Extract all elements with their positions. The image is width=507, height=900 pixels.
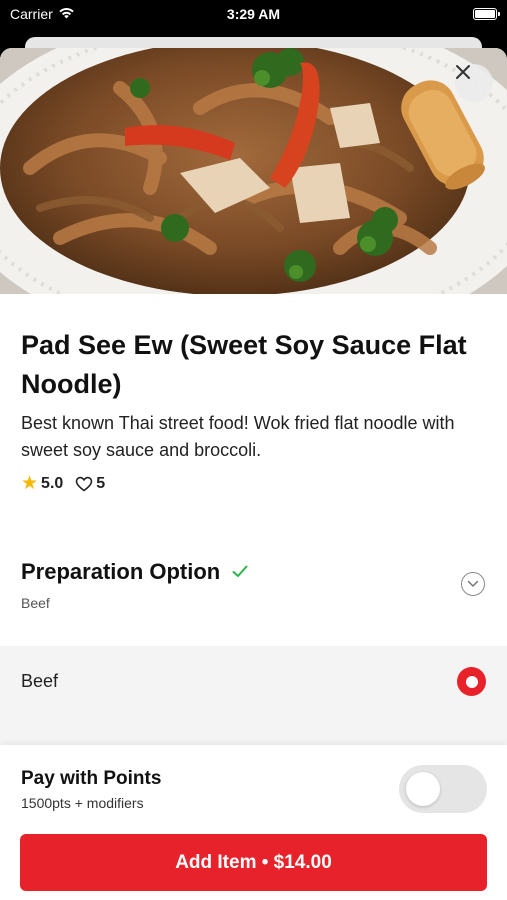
pay-with-points-toggle[interactable] xyxy=(399,765,487,813)
checkmark-icon xyxy=(232,562,248,583)
preparation-title-row: Preparation Option xyxy=(21,559,248,585)
preparation-title: Preparation Option xyxy=(21,559,221,584)
item-likes: 5 xyxy=(96,474,106,492)
preparation-option-header[interactable]: Preparation Option Beef xyxy=(0,546,507,644)
battery-icon xyxy=(473,8,500,20)
option-label: Beef xyxy=(21,671,59,691)
item-detail-sheet: Pad See Ew (Sweet Soy Sauce Flat Noodle)… xyxy=(0,48,507,900)
toggle-knob xyxy=(406,772,440,806)
close-button[interactable] xyxy=(455,64,493,102)
item-info: Pad See Ew (Sweet Soy Sauce Flat Noodle)… xyxy=(21,326,491,493)
pay-with-points-title: Pay with Points xyxy=(21,768,162,789)
heart-icon[interactable] xyxy=(75,476,93,492)
item-description: Best known Thai street food! Wok fried f… xyxy=(21,413,455,460)
item-title: Pad See Ew (Sweet Soy Sauce Flat Noodle) xyxy=(21,330,467,399)
chevron-down-icon[interactable] xyxy=(461,572,485,596)
radio-selected[interactable] xyxy=(457,667,486,696)
status-time: 3:29 AM xyxy=(226,6,281,22)
item-photo xyxy=(0,48,507,294)
status-bar: Carrier 3:29 AM xyxy=(0,0,507,30)
pay-with-points-subtitle: 1500pts + modifiers xyxy=(21,795,144,811)
item-rating: 5.0 xyxy=(41,474,64,492)
order-footer: Pay with Points 1500pts + modifiers Add … xyxy=(0,745,507,900)
preparation-selected-value: Beef xyxy=(21,595,50,611)
add-item-button[interactable]: Add Item • $14.00 xyxy=(20,834,487,891)
item-stats: ★ 5.0 5 xyxy=(21,474,491,493)
star-icon: ★ xyxy=(21,473,39,494)
